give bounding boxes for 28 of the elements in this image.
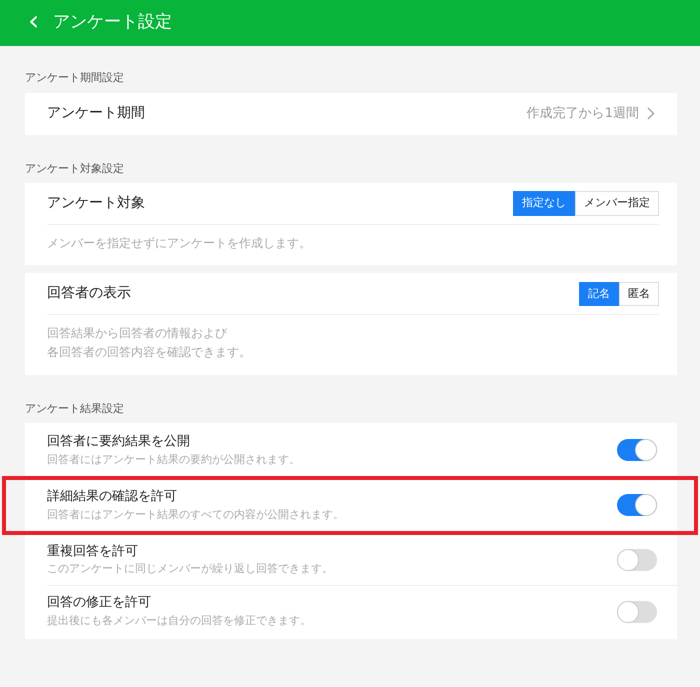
setting-title: アンケート対象 [47, 194, 145, 213]
toggle-switch[interactable] [617, 600, 657, 623]
section-label: アンケート期間設定 [24, 70, 125, 86]
setting-title: 重複回答を許可 [47, 542, 139, 561]
segment-option[interactable]: メンバー指定 [575, 191, 659, 216]
toggle-switch[interactable] [617, 549, 657, 572]
toggle-switch[interactable] [617, 494, 657, 516]
setting-description: このアンケートに同じメンバーが繰り返し回答できます。 [47, 561, 333, 578]
setting-description: 回答者にはアンケート結果のすべての内容が公開されます。 [47, 506, 344, 523]
setting-description: 回答結果から回答者の情報および 各回答者の回答内容を確認できます。 [46, 325, 252, 362]
chevron-right-icon [647, 107, 655, 120]
setting-value: 作成完了から1週間 [526, 104, 639, 123]
setting-description: 回答者にはアンケート結果の要約が公開されます。 [47, 452, 300, 468]
setting-title: 回答者の表示 [47, 284, 131, 304]
segment-option[interactable]: 記名 [579, 282, 619, 306]
toggle-switch[interactable] [617, 439, 657, 462]
setting-title: 回答の修正を許可 [47, 594, 152, 612]
section-label: アンケート対象設定 [24, 160, 125, 176]
setting-title: アンケート期間 [47, 104, 145, 123]
segment-option[interactable]: 指定なし [513, 191, 575, 216]
segment-option[interactable]: 匿名 [619, 282, 659, 306]
section-label: アンケート結果設定 [24, 400, 125, 417]
back-button[interactable]: ‹ [28, 7, 40, 35]
setting-title: 詳細結果の確認を許可 [47, 488, 178, 506]
page-title: アンケート設定 [53, 11, 172, 34]
setting-title: 回答者に要約結果を公開 [47, 433, 191, 452]
setting-description: 提出後にも各メンバーは自分の回答を修正できます。 [47, 613, 311, 630]
setting-description: メンバーを指定せずにアンケートを作成します。 [46, 235, 312, 252]
